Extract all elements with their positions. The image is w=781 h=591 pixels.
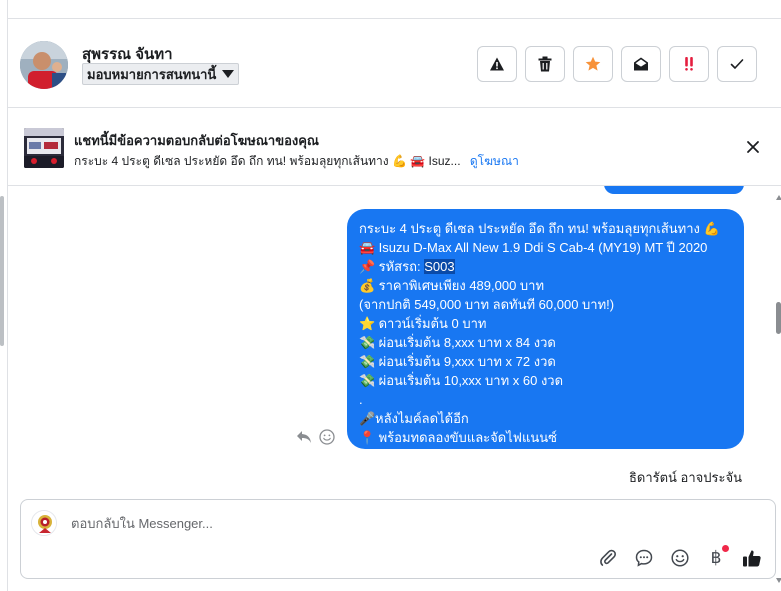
emoji-glyph: 💸 bbox=[359, 335, 376, 350]
scroll-up-arrow-icon[interactable] bbox=[776, 195, 781, 200]
emoji-glyph: 🚘 bbox=[359, 240, 376, 255]
like-button[interactable] bbox=[741, 547, 763, 569]
previous-message-bubble bbox=[604, 186, 744, 194]
sender-name: ธิดารัตน์ อาจประจัน bbox=[628, 470, 742, 485]
outgoing-message-bubble[interactable]: กระบะ 4 ประตู ดีเซล ประหยัด อึด ถึก ทน! … bbox=[347, 209, 744, 449]
star-icon bbox=[585, 56, 601, 71]
messenger-conversation: สุพรรณ จันทา มอบหมายการสนทนานี้ แชทนี้มี… bbox=[0, 0, 781, 591]
message-line-text: ดาวน์เริ่มต้น 0 บาท bbox=[375, 316, 487, 331]
emoji-glyph: 💰 bbox=[359, 278, 376, 293]
ad-reply-banner: แชทนี้มีข้อความตอบกลับต่อโฆษณาของคุณ กระ… bbox=[8, 108, 781, 186]
emoji-glyph: 📍 bbox=[359, 430, 376, 445]
message-thread: กระบะ 4 ประตู ดีเซล ประหยัด อึด ถึก ทน! … bbox=[8, 186, 781, 496]
message-line: 📌 รหัสรถ: S003 bbox=[359, 257, 732, 276]
close-icon[interactable] bbox=[744, 138, 762, 156]
ad-banner-subtitle: กระบะ 4 ประตู ดีเซล ประหยัด อึด ถึก ทน! … bbox=[74, 152, 519, 171]
highlighted-text[interactable]: S003 bbox=[424, 259, 455, 274]
mark-unread-button[interactable] bbox=[621, 46, 661, 82]
speech-bubble-icon bbox=[635, 549, 653, 567]
emoji-icon bbox=[671, 549, 689, 567]
star-button[interactable] bbox=[573, 46, 613, 82]
message-line-text: (จากปกติ 549,000 บาท ลดทันที 60,000 บาท!… bbox=[359, 297, 615, 312]
reply-icon[interactable] bbox=[296, 430, 312, 444]
ad-banner-title: แชทนี้มีข้อความตอบกลับต่อโฆษณาของคุณ bbox=[74, 133, 319, 148]
warning-icon bbox=[490, 57, 504, 71]
assign-conversation-dropdown[interactable]: มอบหมายการสนทนานี้ bbox=[82, 63, 240, 85]
assign-label: มอบหมายการสนทนานี้ bbox=[87, 66, 217, 82]
priority-icon bbox=[685, 57, 693, 71]
message-line-text: ผ่อนเริ่มต้น 8,xxx บาท x 84 งวด bbox=[375, 335, 556, 350]
message-line: ⭐ ดาวน์เริ่มต้น 0 บาท bbox=[359, 314, 732, 333]
message-line-text: กระบะ 4 ประตู ดีเซล ประหยัด อึด ถึก ทน! … bbox=[359, 221, 720, 236]
message-text: กระบะ 4 ประตู ดีเซล ประหยัด อึด ถึก ทน! … bbox=[359, 219, 732, 447]
message-line: 💰 ราคาพิเศษเพียง 489,000 บาท bbox=[359, 276, 732, 295]
notification-dot bbox=[722, 545, 729, 552]
envelope-open-icon bbox=[634, 57, 648, 71]
scrollbar-thumb[interactable] bbox=[776, 302, 781, 334]
conversation-header: สุพรรณ จันทา มอบหมายการสนทนานี้ bbox=[8, 18, 781, 108]
emoji-glyph: 🎤 bbox=[359, 411, 376, 426]
message-line: 💸 ผ่อนเริ่มต้น 9,xxx บาท x 72 งวด bbox=[359, 352, 732, 371]
avatar[interactable] bbox=[20, 41, 68, 89]
left-scrollbar-thumb[interactable] bbox=[0, 196, 4, 346]
react-emoji-icon[interactable] bbox=[319, 429, 335, 445]
page-avatar bbox=[31, 510, 57, 536]
priority-button[interactable] bbox=[669, 46, 709, 82]
ad-banner-subtitle-text: กระบะ 4 ประตู ดีเซล ประหยัด อึด ถึก ทน! … bbox=[74, 154, 461, 168]
payment-button[interactable]: ฿ bbox=[705, 545, 729, 569]
chevron-down-icon bbox=[222, 70, 235, 78]
thumbs-up-icon bbox=[743, 550, 761, 567]
message-line: กระบะ 4 ประตู ดีเซล ประหยัด อึด ถึก ทน! … bbox=[359, 219, 732, 238]
paperclip-icon bbox=[600, 549, 617, 566]
message-line-text: ผ่อนเริ่มต้น 9,xxx บาท x 72 งวด bbox=[375, 354, 556, 369]
message-line: 🚘 Isuzu D-Max All New 1.9 Ddi S Cab-4 (M… bbox=[359, 238, 732, 257]
mark-done-button[interactable] bbox=[717, 46, 757, 82]
ad-thumbnail[interactable] bbox=[24, 128, 64, 168]
message-line: 📍 พร้อมทดลองขับและจัดไฟแนนซ์ bbox=[359, 428, 732, 447]
delete-button[interactable] bbox=[525, 46, 565, 82]
message-line: 💸 ผ่อนเริ่มต้น 8,xxx บาท x 84 งวด bbox=[359, 333, 732, 352]
message-line-text: ราคาพิเศษเพียง 489,000 บาท bbox=[375, 278, 545, 293]
message-line-text: รหัสรถ: bbox=[375, 259, 425, 274]
saved-replies-button[interactable] bbox=[633, 547, 655, 569]
scroll-down-arrow-icon[interactable] bbox=[776, 578, 781, 583]
view-ad-link[interactable]: ดูโฆษณา bbox=[470, 154, 519, 168]
message-line: 🎤หลังไมค์ลดได้อีก bbox=[359, 409, 732, 428]
message-line-text: หลังไมค์ลดได้อีก bbox=[375, 411, 469, 426]
emoji-glyph: 💸 bbox=[359, 354, 376, 369]
message-line: 💸 ผ่อนเริ่มต้น 10,xxx บาท x 60 งวด bbox=[359, 371, 732, 390]
baht-icon: ฿ bbox=[710, 548, 722, 568]
message-line-text: ผ่อนเริ่มต้น 10,xxx บาท x 60 งวด bbox=[375, 373, 564, 388]
reply-input[interactable] bbox=[69, 512, 569, 534]
conversation-toolbar bbox=[477, 46, 757, 82]
message-line-text: พร้อมทดลองขับและจัดไฟแนนซ์ bbox=[375, 430, 557, 445]
mark-spam-button[interactable] bbox=[477, 46, 517, 82]
emoji-glyph: ⭐ bbox=[359, 316, 376, 331]
message-line-text: . bbox=[359, 392, 363, 407]
composer-actions: ฿ bbox=[597, 545, 763, 569]
reply-composer: ฿ bbox=[20, 499, 776, 579]
trash-icon bbox=[538, 56, 552, 72]
message-line: . bbox=[359, 390, 732, 409]
emoji-button[interactable] bbox=[669, 547, 691, 569]
attach-button[interactable] bbox=[597, 547, 619, 569]
emoji-glyph: 📌 bbox=[359, 259, 376, 274]
message-line: (จากปกติ 549,000 บาท ลดทันที 60,000 บาท!… bbox=[359, 295, 732, 314]
message-line-text: Isuzu D-Max All New 1.9 Ddi S Cab-4 (MY1… bbox=[375, 240, 708, 255]
check-icon bbox=[730, 59, 744, 69]
emoji-glyph: 💸 bbox=[359, 373, 376, 388]
